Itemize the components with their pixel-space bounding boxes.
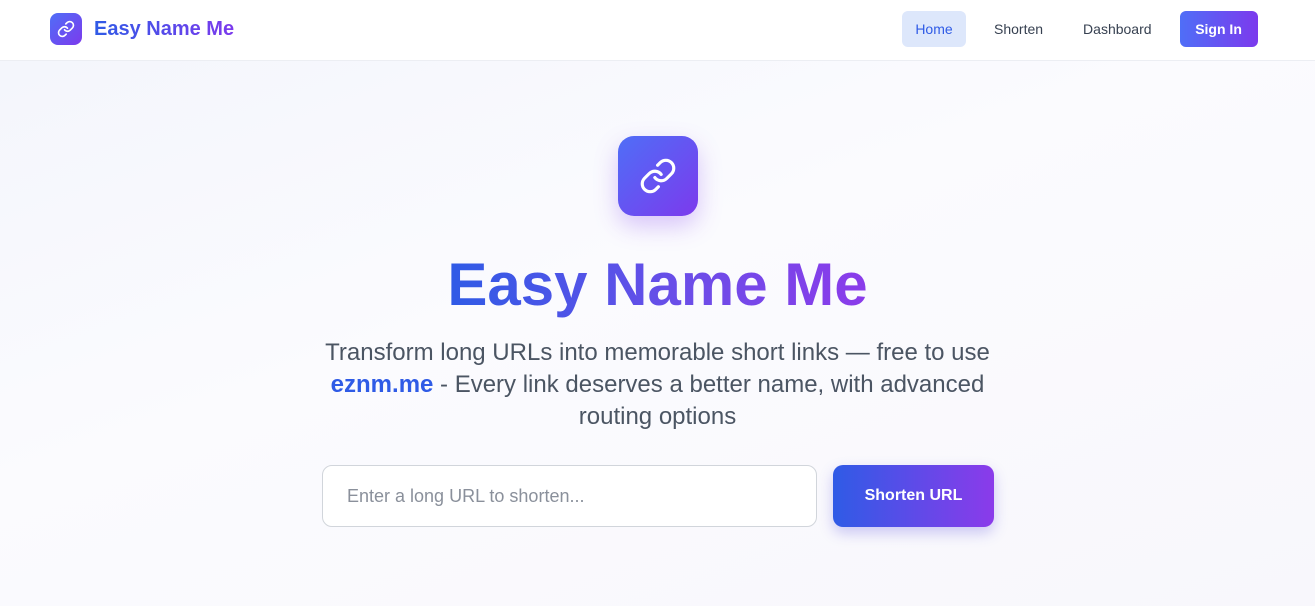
hero-subtitle-line1: Transform long URLs into memorable short… bbox=[325, 339, 990, 366]
domain-highlight: eznm.me bbox=[330, 371, 434, 398]
shorten-url-button[interactable]: Shorten URL bbox=[833, 465, 994, 527]
url-input[interactable] bbox=[322, 465, 817, 527]
page: Easy Name Me Home Shorten Dashboard Sign… bbox=[0, 0, 1315, 606]
link-icon bbox=[50, 13, 82, 45]
hero-title: Easy Name Me bbox=[0, 250, 1315, 320]
sign-in-button[interactable]: Sign In bbox=[1179, 11, 1258, 47]
hero-subtitle: Transform long URLs into memorable short… bbox=[300, 337, 1015, 433]
brand[interactable]: Easy Name Me bbox=[50, 13, 234, 45]
nav-shorten[interactable]: Shorten bbox=[982, 11, 1055, 47]
hero-title-text: Easy Name Me bbox=[447, 251, 868, 318]
main-nav: Home Shorten Dashboard Sign In bbox=[902, 11, 1258, 47]
top-header: Easy Name Me Home Shorten Dashboard Sign… bbox=[0, 0, 1315, 61]
nav-dashboard[interactable]: Dashboard bbox=[1071, 11, 1164, 47]
hero-subtitle-rest: - Every link deserves a better name, wit… bbox=[433, 371, 985, 430]
nav-home[interactable]: Home bbox=[902, 11, 966, 47]
link-icon bbox=[618, 136, 698, 216]
brand-name: Easy Name Me bbox=[94, 17, 235, 40]
